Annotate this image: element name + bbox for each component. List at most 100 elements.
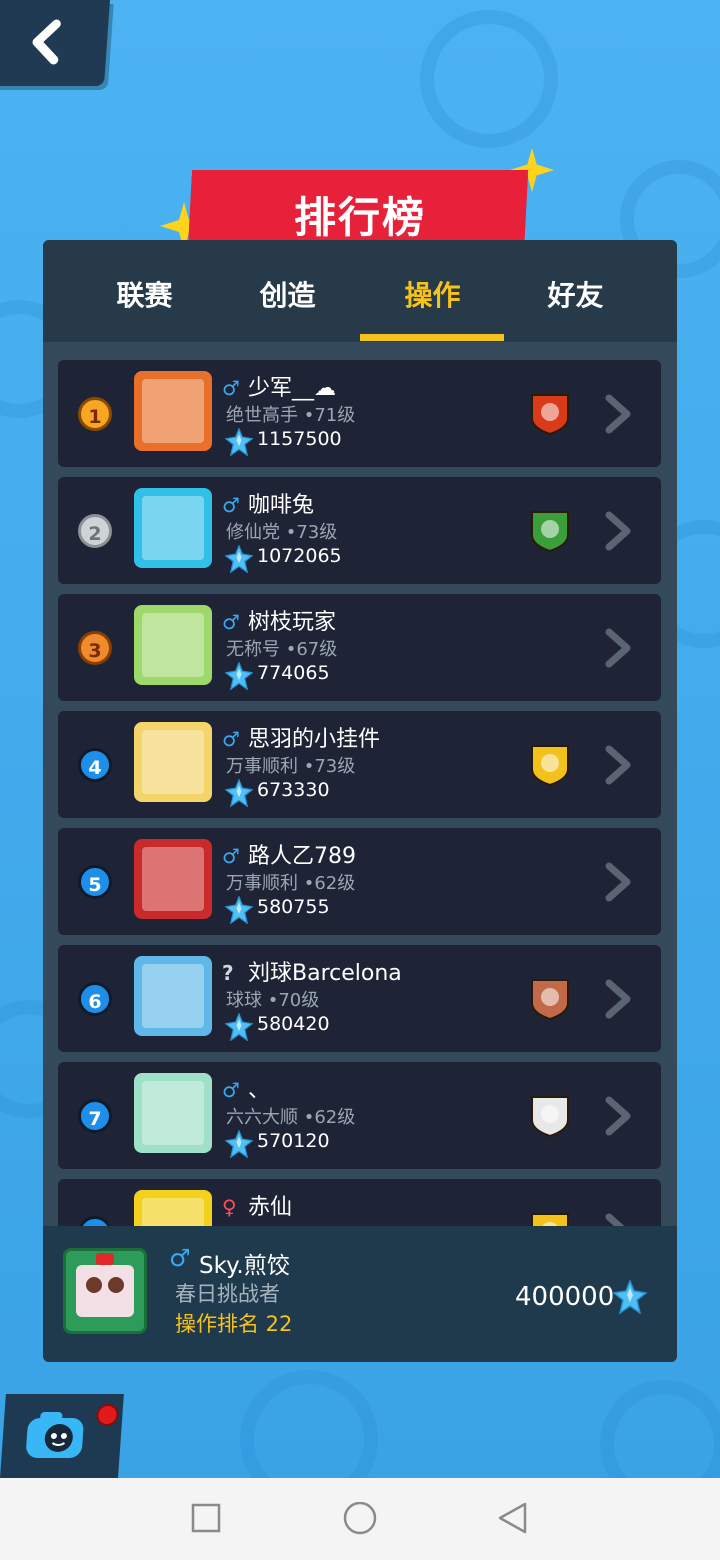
avatar[interactable] — [134, 1190, 212, 1226]
player-level: •73级 — [303, 756, 356, 777]
leaderboard-panel: 联赛 创造 操作 好友 1 ♂ 少军__☁ 绝世高手 •71级 1157500 2 ♂ 咖啡兔… — [43, 240, 677, 1362]
list-item[interactable]: 5 ♂ 路人乙789 万事顺利 •62级 580755 — [58, 828, 661, 935]
player-score: 1157500 — [257, 428, 342, 450]
list-item[interactable]: 8 ♀ 赤仙 — [58, 1179, 661, 1226]
gender-icon: ? — [222, 961, 234, 985]
player-title-level: 六六大顺 •62级 — [226, 1103, 355, 1129]
diamond-icon — [225, 779, 253, 807]
triangle-back-icon[interactable] — [496, 1502, 530, 1536]
tab-friends[interactable]: 好友 — [503, 274, 648, 314]
player-title: 修仙党 — [226, 522, 280, 543]
player-title: 球球 — [226, 990, 262, 1011]
chevron-right-icon[interactable] — [601, 394, 635, 434]
player-title-level: 球球 •70级 — [226, 986, 319, 1012]
player-title: 万事顺利 — [226, 873, 298, 894]
gender-icon: ♂ — [222, 610, 240, 634]
player-title: 六六大顺 — [226, 1107, 298, 1128]
camera-face-icon — [26, 1412, 84, 1458]
player-score: 580755 — [257, 896, 330, 918]
list-item[interactable]: 7 ♂ 、六六大顺 •62级 570120 — [58, 1062, 661, 1169]
list-item[interactable]: 3 ♂ 树枝玩家 无称号 •67级 774065 — [58, 594, 661, 701]
avatar[interactable] — [134, 956, 212, 1036]
list-item[interactable]: 1 ♂ 少军__☁ 绝世高手 •71级 1157500 — [58, 360, 661, 467]
circle-icon[interactable] — [342, 1502, 378, 1538]
back-button[interactable] — [0, 0, 110, 86]
gender-icon: ♀ — [222, 1195, 237, 1219]
gender-icon: ♂ — [222, 1078, 240, 1102]
system-navbar — [0, 1478, 720, 1560]
chevron-right-icon[interactable] — [601, 979, 635, 1019]
gender-icon: ♂ — [222, 844, 240, 868]
chevron-right-icon[interactable] — [601, 1213, 635, 1226]
my-rank-text: 操作排名 22 — [175, 1312, 293, 1336]
player-score: 774065 — [257, 662, 330, 684]
player-name: 赤仙 — [248, 1195, 293, 1220]
player-name: 刘球Barcelona — [248, 961, 402, 986]
tab-bar: 联赛 创造 操作 好友 — [43, 240, 677, 342]
diamond-icon — [225, 545, 253, 573]
avatar[interactable] — [134, 605, 212, 685]
avatar[interactable] — [134, 722, 212, 802]
rank-badge: 7 — [78, 1099, 112, 1133]
player-level: •73级 — [285, 522, 338, 543]
player-score: 1072065 — [257, 545, 342, 567]
camera-button[interactable] — [0, 1394, 124, 1478]
avatar[interactable] — [134, 371, 212, 451]
gender-male-icon: ♂ — [169, 1244, 191, 1272]
list-item[interactable]: 2 ♂ 咖啡兔修仙党 •73级 1072065 — [58, 477, 661, 584]
badge-icon — [531, 1213, 569, 1226]
chevron-left-icon — [32, 19, 61, 65]
page-title: 排行榜 — [293, 193, 426, 242]
player-name: 咖啡兔 — [248, 493, 315, 518]
player-name: 、 — [248, 1078, 271, 1103]
rank-badge: 1 — [78, 397, 112, 431]
tab-create[interactable]: 创造 — [215, 274, 360, 314]
tab-operation[interactable]: 操作 — [360, 274, 505, 314]
rank-badge: 3 — [78, 631, 112, 665]
player-score: 580420 — [257, 1013, 330, 1035]
diamond-icon — [225, 1013, 253, 1041]
avatar[interactable] — [63, 1248, 147, 1334]
list-item[interactable]: 6? 刘球Barcelona 球球 •70级 580420 — [58, 945, 661, 1052]
player-name: 路人乙789 — [248, 844, 356, 869]
tab-active-indicator — [360, 334, 504, 341]
controller-badge-icon — [531, 394, 569, 436]
player-score: 673330 — [257, 779, 330, 801]
tab-league[interactable]: 联赛 — [72, 274, 217, 314]
rank-badge: 4 — [78, 748, 112, 782]
list-item[interactable]: 4 ♂ 思羽的小挂件 万事顺利 •73级 673330 — [58, 711, 661, 818]
chevron-right-icon[interactable] — [601, 511, 635, 551]
avatar[interactable] — [134, 488, 212, 568]
diamond-icon — [225, 1130, 253, 1158]
my-score: 400000 — [515, 1282, 615, 1312]
chevron-right-icon[interactable] — [601, 745, 635, 785]
player-score: 570120 — [257, 1130, 330, 1152]
chick-badge-icon — [531, 979, 569, 1021]
diamond-icon — [225, 896, 253, 924]
player-title: 无称号 — [226, 639, 280, 660]
player-level: •67级 — [285, 639, 338, 660]
diamond-icon — [613, 1280, 647, 1314]
chevron-right-icon[interactable] — [601, 628, 635, 668]
player-title: 万事顺利 — [226, 756, 298, 777]
chevron-right-icon[interactable] — [601, 1096, 635, 1136]
my-name: Sky.煎饺 — [199, 1253, 290, 1279]
my-title: 春日挑战者 — [175, 1282, 280, 1306]
gender-icon: ♂ — [222, 493, 240, 517]
player-title-level: 无称号 •67级 — [226, 635, 337, 661]
rank-badge: 2 — [78, 514, 112, 548]
chick-badge-icon — [531, 511, 569, 553]
avatar[interactable] — [134, 839, 212, 919]
player-name: 少军__☁ — [248, 376, 337, 401]
rank-badge: 8 — [78, 1216, 112, 1226]
square-icon[interactable] — [190, 1502, 222, 1534]
leaderboard-list[interactable]: 1 ♂ 少军__☁ 绝世高手 •71级 1157500 2 ♂ 咖啡兔 修仙党 •73级 1072… — [43, 342, 677, 1226]
avatar[interactable] — [134, 1073, 212, 1153]
rank-badge: 5 — [78, 865, 112, 899]
player-title-level: 万事顺利 •73级 — [226, 752, 355, 778]
player-title-level: 万事顺利 •62级 — [226, 869, 355, 895]
player-level: •62级 — [303, 1107, 356, 1128]
diamond-icon — [225, 428, 253, 456]
chevron-right-icon[interactable] — [601, 862, 635, 902]
my-rank-bar: ♂ Sky.煎饺 春日挑战者 操作排名 22 400000 — [43, 1226, 677, 1362]
